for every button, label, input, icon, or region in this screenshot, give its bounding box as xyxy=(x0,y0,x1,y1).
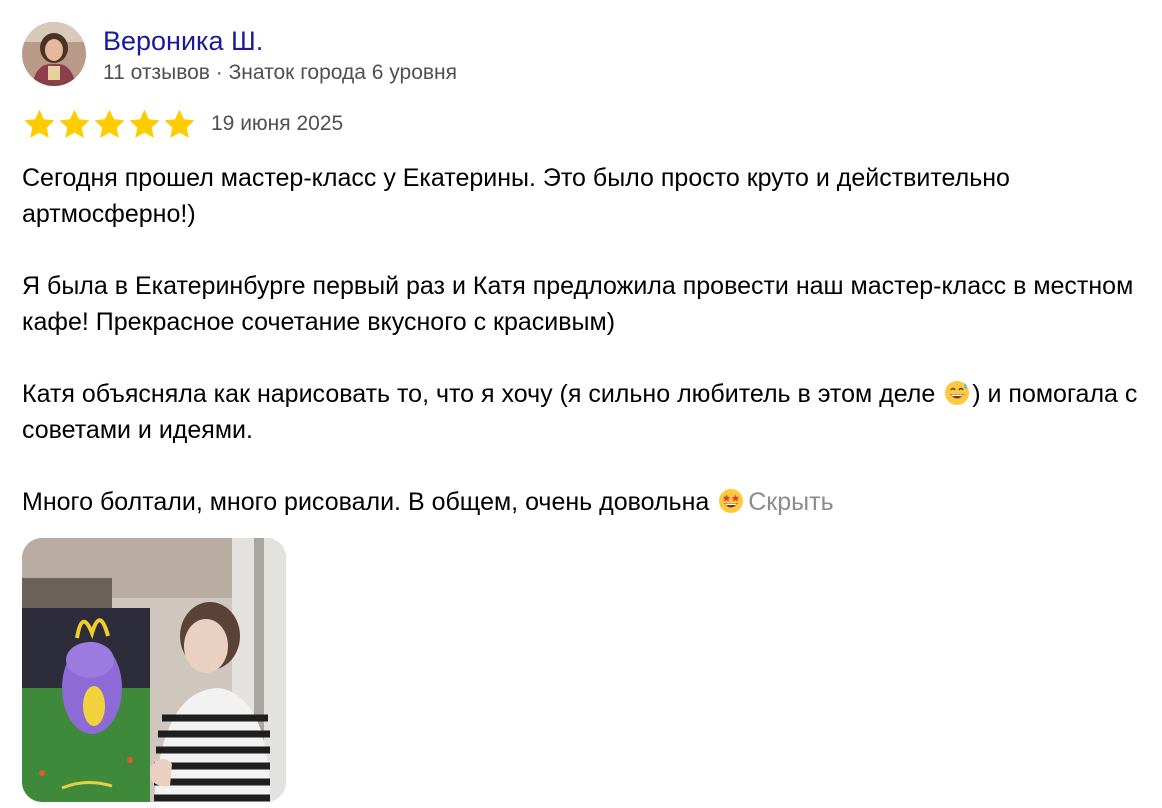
author-name-link[interactable]: Вероника Ш. xyxy=(103,25,457,57)
author-avatar[interactable] xyxy=(22,22,86,86)
review-photo[interactable] xyxy=(22,538,286,802)
hide-review-link[interactable]: Скрыть xyxy=(748,488,833,516)
review-photo-image xyxy=(22,538,286,802)
grinning-sweat-emoji-icon xyxy=(945,381,970,405)
star-icon xyxy=(59,109,90,138)
review-paragraph-text: Катя объясняла как нарисовать то, что я … xyxy=(22,380,936,408)
review-text: Сегодня прошел мастер-класс у Екатерины.… xyxy=(22,160,1142,520)
review-date: 19 июня 2025 xyxy=(211,112,344,135)
star-icon xyxy=(164,109,195,138)
star-struck-emoji-icon xyxy=(719,489,744,513)
author-meta: 11 отзывов · Знаток города 6 уровня xyxy=(103,61,457,84)
star-icon xyxy=(24,109,55,138)
rating-row: 19 июня 2025 xyxy=(22,106,1152,142)
review-card: Вероника Ш. 11 отзывов · Знаток города 6… xyxy=(22,22,1152,802)
review-paragraph: Сегодня прошел мастер-класс у Екатерины.… xyxy=(22,164,1010,228)
rating-stars xyxy=(22,107,197,142)
star-icon xyxy=(129,109,160,138)
review-paragraph: Много болтали, много рисовали. В общем, … xyxy=(22,484,1142,520)
review-paragraph: Я была в Екатеринбурге первый раз и Катя… xyxy=(22,272,1134,336)
author-avatar-image xyxy=(22,22,86,86)
star-icon xyxy=(94,109,125,138)
review-paragraph-text: Много болтали, много рисовали. В общем, … xyxy=(22,488,710,516)
review-paragraph: Катя объясняла как нарисовать то, что я … xyxy=(22,376,1142,448)
review-header: Вероника Ш. 11 отзывов · Знаток города 6… xyxy=(22,22,1152,87)
